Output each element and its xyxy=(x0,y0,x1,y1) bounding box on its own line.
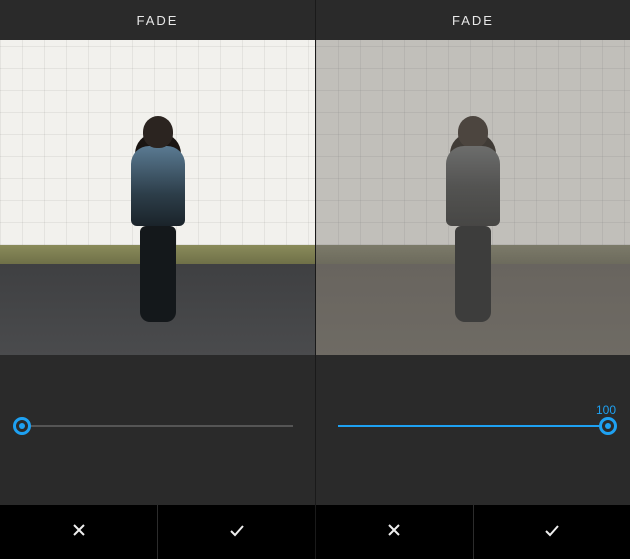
action-bar xyxy=(316,505,630,559)
check-icon xyxy=(229,522,245,543)
slider-area xyxy=(0,355,315,505)
fade-slider[interactable] xyxy=(22,425,293,427)
editor-panel-right: FADE 100 xyxy=(315,0,630,559)
slider-area: 100 xyxy=(316,355,630,505)
editor-panel-left: FADE xyxy=(0,0,315,559)
photo-preview xyxy=(0,40,315,355)
action-bar xyxy=(0,505,315,559)
slider-thumb[interactable] xyxy=(13,417,31,435)
tool-title: FADE xyxy=(0,0,315,40)
confirm-button[interactable] xyxy=(473,505,630,559)
close-icon xyxy=(386,522,402,543)
photo-preview xyxy=(316,40,630,355)
slider-value: 100 xyxy=(596,403,616,417)
fade-slider[interactable] xyxy=(338,425,608,427)
check-icon xyxy=(544,522,560,543)
confirm-button[interactable] xyxy=(157,505,315,559)
close-icon xyxy=(71,522,87,543)
tool-title: FADE xyxy=(316,0,630,40)
slider-thumb[interactable] xyxy=(599,417,617,435)
cancel-button[interactable] xyxy=(0,505,157,559)
cancel-button[interactable] xyxy=(316,505,473,559)
